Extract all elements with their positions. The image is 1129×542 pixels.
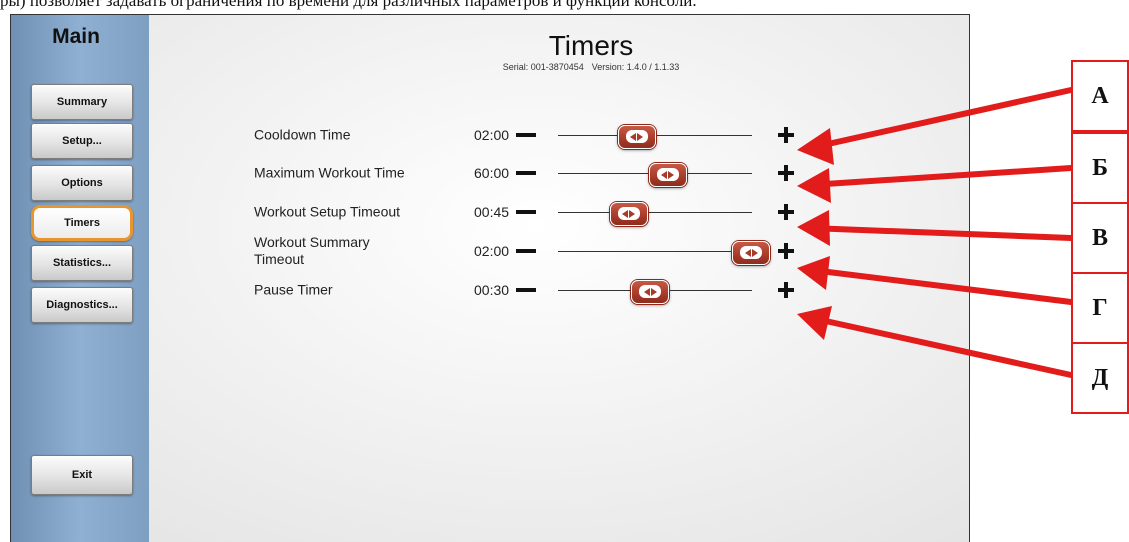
- left-right-arrows-icon: [617, 207, 640, 220]
- timer-row: Cooldown Time 02:00: [254, 117, 794, 153]
- slider-thumb[interactable]: [732, 240, 771, 265]
- slider-thumb[interactable]: [609, 201, 648, 226]
- console-screen: Main Summary Setup... Options Timers Sta…: [10, 14, 970, 542]
- increase-button[interactable]: [778, 243, 794, 259]
- timer-row: Workout Summary Timeout 02:00: [254, 233, 794, 269]
- timer-value: 02:00: [474, 243, 510, 259]
- left-right-arrows-icon: [639, 285, 662, 298]
- nav-setup-button[interactable]: Setup...: [31, 123, 133, 159]
- decrease-button[interactable]: [516, 210, 536, 214]
- slider-thumb[interactable]: [648, 162, 687, 187]
- callout-d: Д: [1071, 342, 1129, 414]
- increase-button[interactable]: [778, 165, 794, 181]
- nav-summary-button[interactable]: Summary: [31, 84, 133, 120]
- timer-row: Pause Timer 00:30: [254, 272, 794, 308]
- timer-label: Cooldown Time: [254, 126, 351, 143]
- timer-value: 00:30: [474, 282, 510, 298]
- decrease-button[interactable]: [516, 133, 536, 137]
- left-right-arrows-icon: [625, 130, 648, 143]
- slider-thumb[interactable]: [631, 279, 670, 304]
- slider-track[interactable]: [558, 201, 752, 226]
- timer-label: Maximum Workout Time: [254, 164, 405, 181]
- increase-button[interactable]: [778, 204, 794, 220]
- callout-v: В: [1071, 202, 1129, 274]
- slider-thumb[interactable]: [617, 124, 656, 149]
- timer-value: 60:00: [474, 165, 510, 181]
- decrease-button[interactable]: [516, 171, 536, 175]
- left-right-arrows-icon: [740, 246, 763, 259]
- timer-value: 00:45: [474, 204, 510, 220]
- timer-row: Maximum Workout Time 60:00: [254, 155, 794, 191]
- page-subtitle: Serial: 001-3870454 Version: 1.4.0 / 1.1.…: [391, 62, 791, 72]
- page-title: Timers: [548, 30, 634, 61]
- nav-diagnostics-button[interactable]: Diagnostics...: [31, 287, 133, 323]
- slider-track[interactable]: [558, 124, 752, 149]
- callout-b: Б: [1071, 132, 1129, 204]
- exit-button[interactable]: Exit: [31, 455, 133, 495]
- slider-track[interactable]: [558, 240, 771, 265]
- caption-text: ры) позволяет задавать ограничения по вр…: [0, 0, 697, 10]
- version-info: Version: 1.4.0 / 1.1.33: [591, 62, 680, 72]
- slider-track[interactable]: [558, 162, 752, 187]
- callout-a: А: [1071, 60, 1129, 132]
- decrease-button[interactable]: [516, 288, 536, 292]
- sidebar: Main Summary Setup... Options Timers Sta…: [11, 15, 149, 542]
- serial-number: Serial: 001-3870454: [502, 62, 584, 72]
- timer-label: Workout Setup Timeout: [254, 203, 401, 220]
- nav-timers-button[interactable]: Timers: [31, 205, 133, 241]
- slider-track[interactable]: [558, 279, 752, 304]
- decrease-button[interactable]: [516, 249, 536, 253]
- nav-options-button[interactable]: Options: [31, 165, 133, 201]
- nav-statistics-button[interactable]: Statistics...: [31, 245, 133, 281]
- left-right-arrows-icon: [656, 168, 679, 181]
- timer-value: 02:00: [474, 127, 510, 143]
- timer-label: Pause Timer: [254, 281, 333, 298]
- increase-button[interactable]: [778, 127, 794, 143]
- increase-button[interactable]: [778, 282, 794, 298]
- callout-g: Г: [1071, 272, 1129, 344]
- timer-label: Workout Summary Timeout: [254, 234, 370, 267]
- sidebar-title: Main: [52, 25, 100, 48]
- timer-row: Workout Setup Timeout 00:45: [254, 194, 794, 230]
